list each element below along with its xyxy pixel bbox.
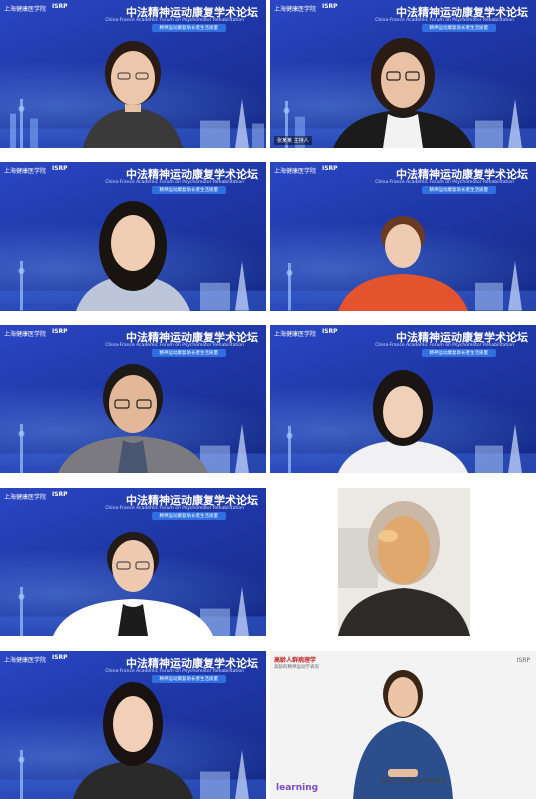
person-video bbox=[83, 41, 183, 148]
forum-subtitle: China-France Academic Forum on Psychomot… bbox=[105, 180, 244, 185]
isrp-logo: ISRP bbox=[52, 165, 68, 172]
video-tile-5[interactable]: 上海健康医学院 ISRP 中法精神运动康复学术论坛 China-France A… bbox=[0, 325, 266, 473]
isrp-logo: ISRP bbox=[322, 165, 338, 172]
person-video bbox=[58, 364, 208, 473]
school-logo: 上海健康医学院 bbox=[4, 331, 47, 338]
lecture-caption: 新的学习精神的关键发展 bbox=[379, 778, 446, 785]
forum-banner: 精神运动康复助长者生活质量 bbox=[421, 186, 496, 194]
video-tile-6[interactable]: 上海健康医学院 ISRP 中法精神运动康复学术论坛 China-France A… bbox=[270, 325, 536, 473]
isrp-logo: ISRP bbox=[52, 328, 68, 335]
learning-logo: learning bbox=[276, 783, 319, 793]
video-tile-7[interactable]: 上海健康医学院 ISRP 中法精神运动康复学术论坛 China-France A… bbox=[0, 488, 266, 636]
school-logo: 上海健康医学院 bbox=[4, 6, 47, 13]
school-logo: 上海健康医学院 bbox=[4, 494, 47, 501]
school-logo: 上海健康医学院 bbox=[274, 168, 317, 175]
person-video bbox=[338, 488, 470, 636]
forum-subtitle: China-France Academic Forum on Psychomot… bbox=[375, 18, 514, 23]
person-video bbox=[333, 38, 473, 148]
isrp-logo: ISRP bbox=[516, 657, 530, 664]
video-tile-8[interactable] bbox=[338, 488, 470, 636]
video-tile-4[interactable]: 上海健康医学院 ISRP 中法精神运动康复学术论坛 China-France A… bbox=[270, 162, 536, 311]
video-tile-1[interactable]: 上海健康医学院 ISRP 中法精神运动康复学术论坛 China-France A… bbox=[0, 0, 266, 148]
lecture-title: 高龄人群病理学 bbox=[274, 657, 317, 664]
isrp-logo: ISRP bbox=[322, 3, 338, 10]
school-logo: 上海健康医学院 bbox=[4, 168, 47, 175]
lecture-subtitle: 高龄的精神运动学表现 bbox=[274, 665, 319, 670]
lecture-video-tile[interactable]: 高龄人群病理学 高龄的精神运动学表现 ISRP learning 新的学习精神的… bbox=[270, 651, 536, 799]
school-logo: 上海健康医学院 bbox=[4, 657, 47, 664]
forum-banner: 精神运动康复助长者生活质量 bbox=[421, 349, 496, 357]
isrp-logo: ISRP bbox=[52, 491, 68, 498]
school-logo: 上海健康医学院 bbox=[274, 331, 317, 338]
person-video bbox=[338, 216, 468, 311]
isrp-logo: ISRP bbox=[52, 654, 68, 661]
isrp-logo: ISRP bbox=[322, 328, 338, 335]
person-video bbox=[53, 532, 213, 636]
forum-subtitle: China-France Academic Forum on Psychomot… bbox=[375, 180, 514, 185]
video-tile-3[interactable]: 上海健康医学院 ISRP 中法精神运动康复学术论坛 China-France A… bbox=[0, 162, 266, 311]
isrp-logo: ISRP bbox=[52, 3, 68, 10]
person-video bbox=[73, 682, 193, 799]
forum-subtitle: China-France Academic Forum on Psychomot… bbox=[375, 343, 514, 348]
participant-name-tag: 张某某 主持人 bbox=[274, 136, 312, 145]
forum-subtitle: China-France Academic Forum on Psychomot… bbox=[105, 506, 244, 511]
person-video bbox=[338, 370, 468, 473]
video-tile-9[interactable]: 上海健康医学院 ISRP 中法精神运动康复学术论坛 China-France A… bbox=[0, 651, 266, 799]
forum-subtitle: China-France Academic Forum on Psychomot… bbox=[105, 18, 244, 23]
person-video bbox=[76, 201, 190, 311]
video-tile-2[interactable]: 上海健康医学院 ISRP 中法精神运动康复学术论坛 China-France A… bbox=[270, 0, 536, 148]
school-logo: 上海健康医学院 bbox=[274, 6, 317, 13]
